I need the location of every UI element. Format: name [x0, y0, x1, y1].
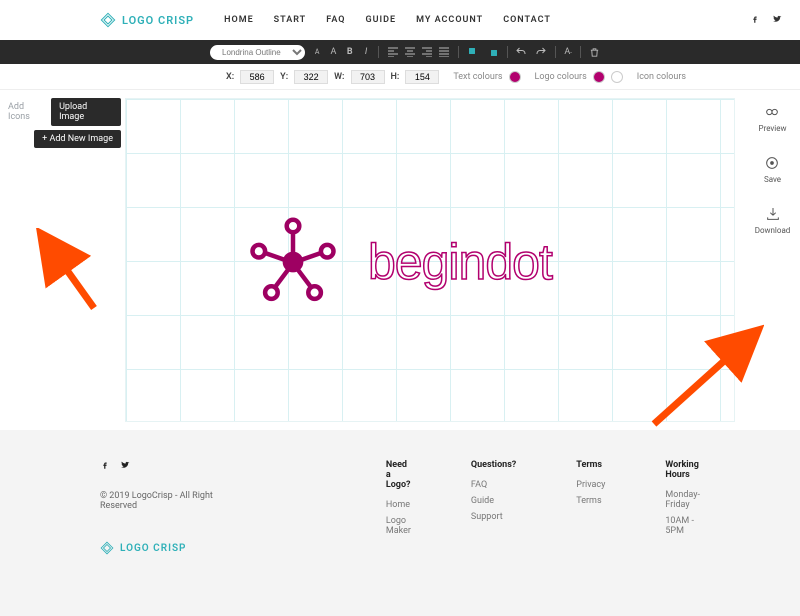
footer-link[interactable]: Terms — [576, 496, 605, 506]
footer-link[interactable]: Privacy — [576, 480, 605, 490]
nav-guide[interactable]: GUIDE — [366, 15, 397, 25]
download-icon — [765, 206, 781, 222]
left-panel: Add Icons Upload Image Add New Image — [0, 90, 125, 430]
add-new-image-button[interactable]: Add New Image — [34, 130, 121, 148]
logo-colour-swatch-2[interactable] — [611, 71, 623, 83]
align-justify-icon[interactable] — [438, 46, 450, 58]
font-select[interactable]: Londrina Outline — [210, 45, 305, 60]
align-right-icon[interactable] — [421, 46, 433, 58]
footer: © 2019 LogoCrisp - All Right Reserved LO… — [0, 430, 800, 616]
logo-crisp-icon — [100, 12, 116, 28]
trash-icon[interactable] — [589, 46, 600, 58]
upload-image-button[interactable]: Upload Image — [51, 98, 121, 126]
logo-colours-label: Logo colours — [535, 72, 587, 82]
preview-button[interactable]: Preview — [759, 104, 787, 133]
footer-link[interactable]: Home — [386, 500, 411, 510]
canvas-logo-text[interactable]: begindot — [368, 233, 552, 291]
h-input[interactable] — [405, 70, 439, 84]
footer-twitter-icon[interactable] — [120, 460, 130, 473]
footer-link[interactable]: Guide — [471, 496, 516, 506]
align-center-icon[interactable] — [404, 46, 416, 58]
footer-link[interactable]: Support — [471, 512, 516, 522]
canvas[interactable]: begindot — [125, 98, 735, 422]
italic-icon[interactable]: I — [362, 46, 370, 58]
add-icons-link[interactable]: Add Icons — [8, 102, 47, 122]
x-label: X: — [226, 72, 234, 82]
footer-facebook-icon[interactable] — [100, 460, 110, 473]
network-icon — [248, 217, 338, 307]
footer-link[interactable]: FAQ — [471, 480, 516, 490]
logo-artwork[interactable]: begindot — [248, 217, 552, 307]
nav-account[interactable]: MY ACCOUNT — [416, 15, 483, 25]
y-input[interactable] — [294, 70, 328, 84]
nav-faq[interactable]: FAQ — [326, 15, 345, 25]
brand-text: LOGO CRISP — [122, 14, 194, 27]
font-size-increase-icon[interactable]: A — [329, 46, 337, 58]
nav-home[interactable]: HOME — [224, 15, 254, 25]
property-bar: X: Y: W: H: Text colours Logo colours Ic… — [0, 64, 800, 90]
h-label: H: — [391, 72, 400, 82]
footer-col-need-logo: Need a Logo? Home Logo Maker — [386, 460, 411, 555]
footer-col-terms: Terms Privacy Terms — [576, 460, 605, 555]
preview-icon — [764, 104, 780, 120]
nav-contact[interactable]: CONTACT — [503, 15, 551, 25]
format-toolbar: Londrina Outline A A B I A- — [0, 40, 800, 64]
redo-icon[interactable] — [535, 46, 547, 58]
text-colour-swatch[interactable] — [509, 71, 521, 83]
text-colours-label: Text colours — [453, 72, 502, 82]
x-input[interactable] — [240, 70, 274, 84]
copyright-text: © 2019 LogoCrisp - All Right Reserved — [100, 491, 226, 511]
footer-col-hours: Working Hours Monday-Friday 10AM - 5PM — [665, 460, 700, 555]
undo-icon[interactable] — [515, 46, 527, 58]
clear-format-icon[interactable]: A- — [564, 46, 572, 58]
footer-brand[interactable]: LOGO CRISP — [100, 541, 226, 555]
paste-icon[interactable] — [487, 46, 499, 58]
footer-link[interactable]: Logo Maker — [386, 516, 411, 536]
y-label: Y: — [280, 72, 288, 82]
download-button[interactable]: Download — [755, 206, 791, 235]
bold-icon[interactable]: B — [346, 46, 354, 58]
logo-crisp-icon — [100, 541, 114, 555]
nav-start[interactable]: START — [274, 15, 307, 25]
align-left-icon[interactable] — [387, 46, 399, 58]
brand-logo[interactable]: LOGO CRISP — [100, 12, 194, 28]
facebook-icon[interactable] — [750, 14, 760, 27]
twitter-icon[interactable] — [772, 14, 782, 27]
font-size-decrease-icon[interactable]: A — [313, 46, 321, 58]
logo-colour-swatch[interactable] — [593, 71, 605, 83]
w-input[interactable] — [351, 70, 385, 84]
footer-col-questions: Questions? FAQ Guide Support — [471, 460, 516, 555]
save-icon — [764, 155, 780, 171]
w-label: W: — [334, 72, 344, 82]
right-actions: Preview Save Download — [745, 90, 800, 430]
save-button[interactable]: Save — [764, 155, 781, 184]
icon-colours-label: Icon colours — [637, 72, 686, 82]
copy-icon[interactable] — [467, 46, 479, 58]
main-nav: HOME START FAQ GUIDE MY ACCOUNT CONTACT — [224, 15, 551, 25]
